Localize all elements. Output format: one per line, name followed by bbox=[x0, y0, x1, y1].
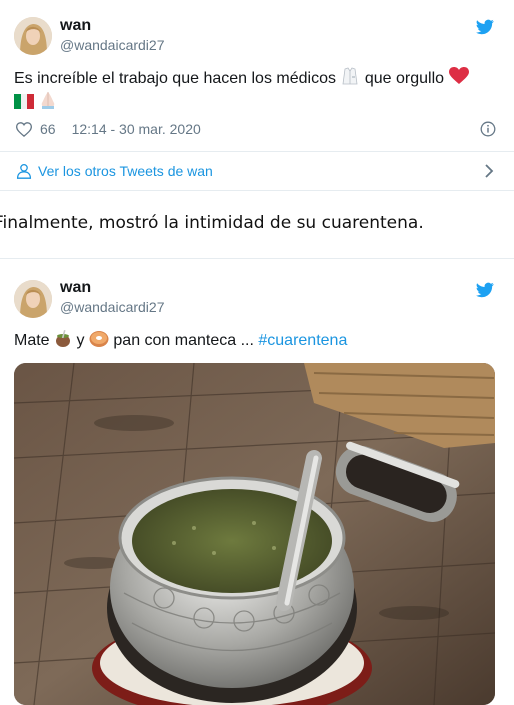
chevron-right-icon[interactable] bbox=[484, 163, 494, 179]
twitter-bird-icon[interactable] bbox=[476, 282, 494, 298]
red-heart-emoji bbox=[448, 67, 469, 85]
author-handle[interactable]: @wandaicardi27 bbox=[60, 37, 165, 53]
tweet-text: Mate y pan con manteca ... #cuarentena bbox=[14, 330, 348, 349]
user-icon bbox=[16, 163, 32, 179]
hashtag-link[interactable]: #cuarentena bbox=[258, 332, 347, 349]
tweet-photo[interactable] bbox=[14, 363, 495, 705]
avatar[interactable] bbox=[14, 280, 52, 318]
divider bbox=[0, 151, 514, 152]
timestamp[interactable]: 12:14 - 30 mar. 2020 bbox=[72, 121, 201, 137]
author-handle[interactable]: @wandaicardi27 bbox=[60, 299, 165, 315]
bagel-emoji bbox=[89, 330, 109, 348]
heart-outline-icon[interactable] bbox=[16, 121, 32, 137]
mate-emoji bbox=[54, 330, 72, 348]
like-count: 66 bbox=[40, 121, 56, 137]
more-tweets-label: Ver los otros Tweets de wan bbox=[38, 163, 213, 179]
info-icon[interactable] bbox=[480, 121, 496, 137]
italy-flag-emoji bbox=[14, 94, 34, 109]
avatar[interactable] bbox=[14, 17, 52, 55]
more-tweets-link[interactable]: Ver los otros Tweets de wan bbox=[16, 160, 498, 182]
mate-photo-illustration bbox=[14, 363, 495, 705]
tweet-embed-1: wan @wandaicardi27 Es increíble el traba… bbox=[0, 0, 514, 191]
tweet-text: Es increíble el trabajo que hacen los mé… bbox=[14, 66, 500, 114]
author-name[interactable]: wan bbox=[60, 279, 91, 297]
lab-coat-emoji bbox=[340, 66, 360, 86]
twitter-bird-icon[interactable] bbox=[476, 19, 494, 35]
tweet-embed-2: wan @wandaicardi27 Mate y pan con mantec… bbox=[0, 258, 514, 705]
author-name[interactable]: wan bbox=[60, 17, 91, 35]
article-caption: Finalmente, mostró la intimidad de su cu… bbox=[0, 213, 424, 233]
praying-hands-emoji bbox=[38, 90, 58, 110]
tweet-meta: 66 12:14 - 30 mar. 2020 bbox=[16, 121, 201, 137]
